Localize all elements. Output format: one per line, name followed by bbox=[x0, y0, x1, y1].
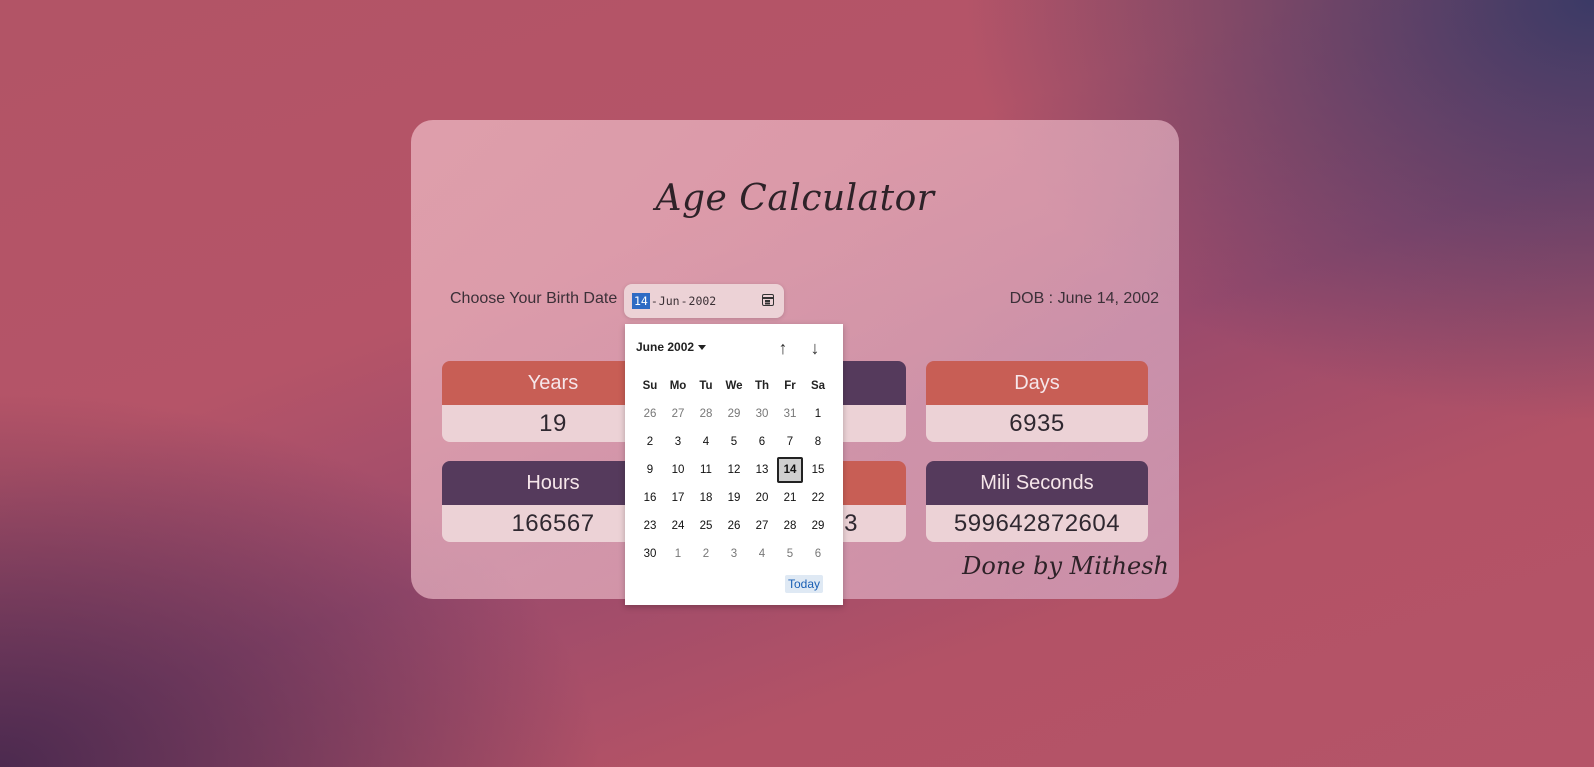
arrow-down-icon[interactable]: ↓ bbox=[803, 336, 827, 360]
date-picker-popup: June 2002 ↑ ↓ Su Mo Tu We Th Fr Sa 26 27… bbox=[625, 324, 843, 605]
calendar-day[interactable]: 4 bbox=[692, 428, 720, 456]
weekday-header: Th bbox=[754, 380, 770, 392]
calendar-day[interactable]: 30 bbox=[636, 540, 664, 568]
date-separator: - bbox=[680, 294, 688, 308]
calendar-day[interactable]: 28 bbox=[692, 400, 720, 428]
weekday-header: We bbox=[725, 380, 743, 392]
calendar-day[interactable]: 25 bbox=[692, 512, 720, 540]
calendar-day[interactable]: 5 bbox=[720, 428, 748, 456]
stat-days-value: 6935 bbox=[926, 405, 1148, 442]
calendar-day[interactable]: 26 bbox=[636, 400, 664, 428]
calendar-day[interactable]: 7 bbox=[776, 428, 804, 456]
calendar-day[interactable]: 11 bbox=[692, 456, 720, 484]
calendar-day[interactable]: 9 bbox=[636, 456, 664, 484]
calendar-day[interactable]: 27 bbox=[748, 512, 776, 540]
calendar-day[interactable]: 12 bbox=[720, 456, 748, 484]
calendar-day[interactable]: 17 bbox=[664, 484, 692, 512]
calendar-day[interactable]: 27 bbox=[664, 400, 692, 428]
calendar-day[interactable]: 29 bbox=[720, 400, 748, 428]
calendar-day[interactable]: 6 bbox=[804, 540, 832, 568]
birth-date-input[interactable]: 14 - Jun - 2002 bbox=[624, 284, 784, 318]
dob-display: DOB : June 14, 2002 bbox=[1009, 290, 1159, 307]
calendar-day[interactable]: 4 bbox=[748, 540, 776, 568]
calendar-day[interactable]: 23 bbox=[636, 512, 664, 540]
calendar-icon[interactable] bbox=[762, 294, 774, 306]
weekday-header: Mo bbox=[669, 380, 687, 392]
calendar-day[interactable]: 24 bbox=[664, 512, 692, 540]
month-year-dropdown[interactable]: June 2002 bbox=[636, 340, 707, 354]
stat-milliseconds-value: 599642872604 bbox=[926, 505, 1148, 542]
date-month-segment[interactable]: Jun bbox=[659, 294, 680, 308]
calendar-day[interactable]: 29 bbox=[804, 512, 832, 540]
calendar-grid: Su Mo Tu We Th Fr Sa 26 27 28 29 30 31 1… bbox=[636, 372, 832, 568]
date-year-segment[interactable]: 2002 bbox=[689, 294, 717, 308]
calendar-day[interactable]: 13 bbox=[748, 456, 776, 484]
page-title: Age Calculator bbox=[655, 178, 935, 219]
weekday-header: Su bbox=[642, 380, 658, 392]
calendar-day[interactable]: 21 bbox=[776, 484, 804, 512]
calendar-day[interactable]: 2 bbox=[692, 540, 720, 568]
stat-days-label: Days bbox=[926, 361, 1148, 405]
arrow-up-icon[interactable]: ↑ bbox=[771, 336, 795, 360]
caret-down-icon bbox=[698, 345, 707, 351]
stat-days: Days 6935 bbox=[926, 361, 1148, 442]
calendar-day[interactable]: 3 bbox=[664, 428, 692, 456]
calendar-day[interactable]: 5 bbox=[776, 540, 804, 568]
calendar-day[interactable]: 30 bbox=[748, 400, 776, 428]
author-credit: Done by Mithesh bbox=[962, 552, 1169, 580]
calendar-day[interactable]: 10 bbox=[664, 456, 692, 484]
calendar-day[interactable]: 3 bbox=[720, 540, 748, 568]
month-year-label: June 2002 bbox=[636, 340, 695, 354]
today-button[interactable]: Today bbox=[784, 575, 823, 593]
calendar-day[interactable]: 6 bbox=[748, 428, 776, 456]
calendar-day[interactable]: 26 bbox=[720, 512, 748, 540]
weekday-header: Tu bbox=[699, 380, 713, 392]
calendar-day[interactable]: 2 bbox=[636, 428, 664, 456]
calendar-day[interactable]: 18 bbox=[692, 484, 720, 512]
calendar-day[interactable]: 19 bbox=[720, 484, 748, 512]
calendar-day[interactable]: 31 bbox=[776, 400, 804, 428]
calendar-day-selected[interactable]: 14 bbox=[777, 457, 803, 483]
calendar-day[interactable]: 1 bbox=[664, 540, 692, 568]
calendar-day[interactable]: 1 bbox=[804, 400, 832, 428]
date-day-segment[interactable]: 14 bbox=[632, 293, 650, 309]
stat-milliseconds: Mili Seconds 599642872604 bbox=[926, 461, 1148, 542]
stat-milliseconds-label: Mili Seconds bbox=[926, 461, 1148, 505]
calendar-day[interactable]: 20 bbox=[748, 484, 776, 512]
weekday-header: Fr bbox=[784, 380, 796, 392]
calendar-day[interactable]: 22 bbox=[804, 484, 832, 512]
calendar-day[interactable]: 15 bbox=[804, 456, 832, 484]
weekday-header: Sa bbox=[810, 380, 826, 392]
birth-date-label: Choose Your Birth Date bbox=[450, 290, 618, 307]
calendar-day[interactable]: 16 bbox=[636, 484, 664, 512]
calendar-day[interactable]: 28 bbox=[776, 512, 804, 540]
date-separator: - bbox=[650, 294, 658, 308]
calendar-day[interactable]: 8 bbox=[804, 428, 832, 456]
